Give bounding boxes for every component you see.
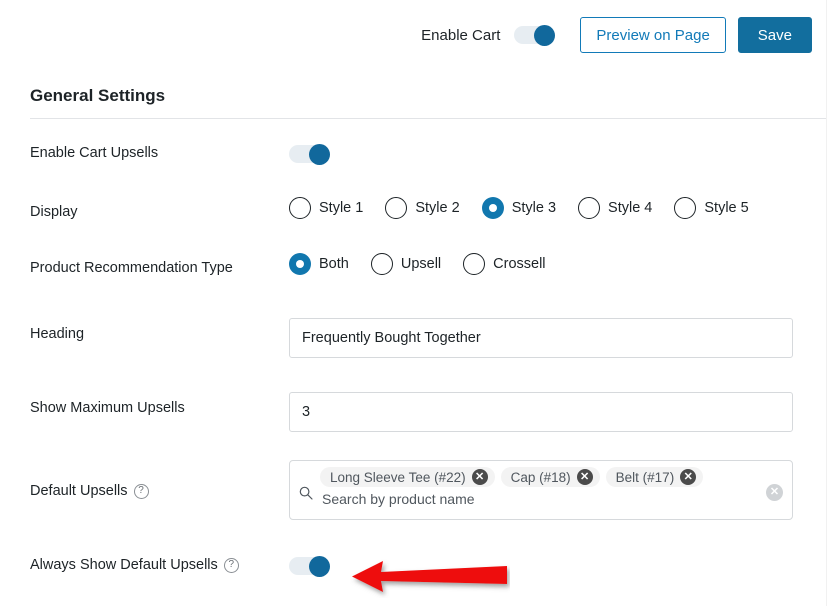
radio-label: Style 4: [608, 200, 653, 216]
always-show-default-upsells-toggle[interactable]: [289, 556, 331, 577]
close-icon[interactable]: ✕: [680, 469, 697, 485]
toggle-knob: [309, 556, 330, 577]
radio-dot: [289, 197, 311, 219]
radio-label: Both: [319, 256, 349, 272]
tag-item[interactable]: Cap (#18) ✕: [500, 467, 600, 487]
radio-dot: [578, 197, 601, 219]
radio-display-style-1[interactable]: Style 1: [289, 197, 363, 219]
row-control-default-upsells: Long Sleeve Tee (#22) ✕ Cap (#18) ✕ Belt…: [289, 460, 793, 520]
row-heading: Heading: [0, 304, 826, 378]
radio-dot: [674, 197, 697, 219]
tag-label: Belt (#17): [615, 469, 675, 485]
label-text: Enable Cart Upsells: [30, 145, 159, 161]
radio-dot: [463, 253, 486, 275]
enable-cart-group: Enable Cart: [421, 25, 556, 46]
tag-label: Long Sleeve Tee (#22): [330, 469, 466, 485]
save-button[interactable]: Save: [737, 17, 812, 53]
close-icon[interactable]: ✕: [576, 469, 593, 485]
row-control-recommendation-type: Both Upsell Crossell: [289, 253, 546, 275]
selected-tags-list: Long Sleeve Tee (#22) ✕ Cap (#18) ✕ Belt…: [320, 467, 758, 487]
label-text: Heading: [30, 326, 85, 342]
radio-label: Style 1: [319, 200, 364, 216]
radio-label: Style 5: [704, 200, 749, 216]
row-control-always-show-default-upsells: [289, 556, 331, 581]
label-text: Default Upsells: [30, 483, 128, 499]
row-label-enable-cart-upsells: Enable Cart Upsells: [30, 145, 158, 161]
toggle-knob: [309, 144, 330, 165]
max-upsells-input[interactable]: [289, 392, 793, 432]
default-upsells-multiselect[interactable]: Long Sleeve Tee (#22) ✕ Cap (#18) ✕ Belt…: [289, 460, 793, 520]
label-text: Show Maximum Upsells: [30, 400, 185, 416]
preview-on-page-button[interactable]: Preview on Page: [580, 17, 726, 53]
help-icon[interactable]: ?: [133, 483, 149, 499]
radio-recommendation-crossell[interactable]: Crossell: [463, 253, 546, 275]
enable-cart-toggle[interactable]: [514, 25, 556, 46]
row-control-heading: [289, 318, 793, 358]
row-default-upsells: Default Upsells ? Long Sleeve Tee (#22): [0, 452, 826, 540]
radio-display-style-3[interactable]: Style 3: [481, 197, 557, 219]
row-label-always-show-default-upsells: Always Show Default Upsells ?: [30, 557, 239, 573]
search-icon: [299, 486, 313, 500]
radio-label: Style 2: [415, 200, 460, 216]
radio-label: Style 3: [511, 200, 557, 216]
row-max-upsells: Show Maximum Upsells: [0, 378, 826, 452]
radio-display-style-2[interactable]: Style 2: [385, 197, 460, 219]
panel-right-edge: [826, 0, 827, 606]
default-upsells-search-placeholder[interactable]: Search by product name: [320, 489, 758, 507]
radio-recommendation-both[interactable]: Both: [289, 253, 349, 275]
radio-label: Crossell: [493, 256, 546, 272]
row-label-heading: Heading: [30, 326, 84, 342]
settings-page: Enable Cart Preview on Page Save General…: [0, 0, 840, 606]
radio-dot-selected: [289, 253, 311, 275]
radio-dot: [385, 197, 408, 219]
row-enable-cart-upsells: Enable Cart Upsells: [0, 130, 826, 186]
display-style-radio-group: Style 1 Style 2 Style 3 Style 4 Style 5: [289, 197, 749, 219]
radio-label: Upsell: [400, 256, 442, 272]
label-text: Product Recommendation Type: [30, 260, 233, 276]
row-control-enable-cart-upsells: [289, 144, 331, 169]
enable-cart-label: Enable Cart: [421, 26, 501, 44]
row-display: Display Style 1 Style 2 Style 3 Style 4 …: [0, 186, 826, 243]
clear-all-icon[interactable]: ✕: [766, 484, 783, 501]
heading-input[interactable]: [289, 318, 793, 358]
row-label-display: Display: [30, 204, 78, 220]
help-icon[interactable]: ?: [223, 557, 239, 573]
radio-display-style-5[interactable]: Style 5: [674, 197, 749, 219]
radio-dot-selected: [481, 197, 504, 219]
settings-rows: Enable Cart Upsells Display Style 1 Styl…: [0, 130, 826, 596]
section-title: General Settings: [30, 86, 166, 105]
row-label-recommendation-type: Product Recommendation Type: [30, 260, 233, 276]
section-divider: [30, 118, 826, 119]
row-label-default-upsells: Default Upsells ?: [30, 483, 149, 499]
row-control-max-upsells: [289, 392, 793, 432]
recommendation-type-radio-group: Both Upsell Crossell: [289, 253, 546, 275]
page-toolbar: Enable Cart Preview on Page Save: [0, 0, 826, 70]
label-text: Always Show Default Upsells: [30, 557, 218, 573]
row-recommendation-type: Product Recommendation Type Both Upsell …: [0, 243, 826, 304]
tag-label: Cap (#18): [510, 469, 571, 485]
radio-recommendation-upsell[interactable]: Upsell: [370, 253, 442, 275]
tag-item[interactable]: Long Sleeve Tee (#22) ✕: [320, 467, 495, 487]
row-control-display: Style 1 Style 2 Style 3 Style 4 Style 5: [289, 197, 749, 219]
enable-cart-upsells-toggle[interactable]: [289, 144, 331, 165]
close-icon[interactable]: ✕: [471, 469, 488, 485]
radio-display-style-4[interactable]: Style 4: [578, 197, 652, 219]
tag-item[interactable]: Belt (#17) ✕: [605, 467, 704, 487]
radio-dot: [370, 253, 393, 275]
toggle-knob: [534, 25, 556, 46]
label-text: Display: [30, 204, 78, 220]
row-always-show-default-upsells: Always Show Default Upsells ?: [0, 540, 826, 596]
row-label-max-upsells: Show Maximum Upsells: [30, 400, 185, 416]
